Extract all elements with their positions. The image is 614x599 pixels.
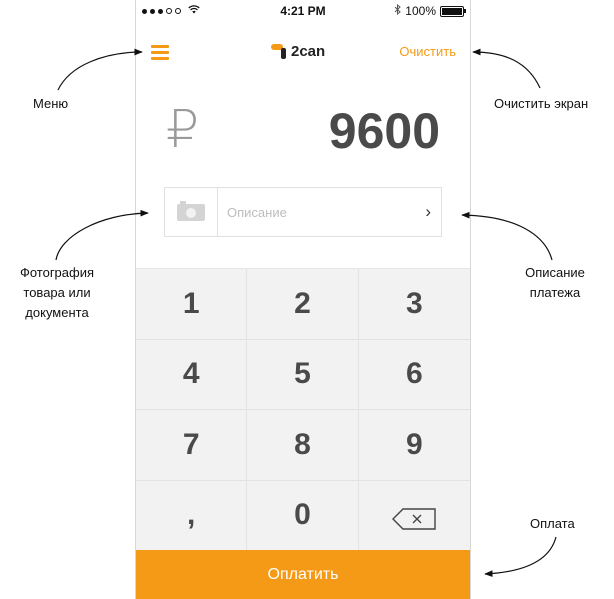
key-3[interactable]: 3 <box>358 269 470 340</box>
numeric-keypad: 1 2 3 4 5 6 7 8 9 , 0 <box>136 268 470 551</box>
chevron-right-icon: › <box>425 202 431 221</box>
battery-percent: 100% <box>405 4 436 18</box>
annotation-clear: Очистить экран <box>494 96 589 111</box>
key-comma[interactable]: , <box>136 480 248 551</box>
description-placeholder: Описание <box>227 205 287 220</box>
description-field[interactable]: Описание › <box>164 187 442 237</box>
key-6[interactable]: 6 <box>358 340 470 410</box>
logo-mark-icon <box>271 42 287 60</box>
annotation-menu: Меню <box>33 96 69 111</box>
key-5[interactable]: 5 <box>247 339 359 410</box>
phone-screen: 4:21 PM 100% 2can Очистить ₽ 9600 Описан… <box>135 0 471 599</box>
amount-value: 9600 <box>328 103 440 159</box>
battery-icon <box>440 5 466 17</box>
key-9[interactable]: 9 <box>358 410 470 481</box>
app-logo: 2can <box>271 42 325 60</box>
key-4[interactable]: 4 <box>136 339 248 410</box>
backspace-icon <box>391 504 437 530</box>
logo-text: 2can <box>291 42 326 60</box>
key-1[interactable]: 1 <box>136 269 248 340</box>
key-7[interactable]: 7 <box>136 410 248 481</box>
key-backspace[interactable] <box>358 481 470 551</box>
annotation-pay: Оплата <box>530 516 575 531</box>
currency-symbol: ₽ <box>166 101 200 159</box>
key-2[interactable]: 2 <box>247 269 359 340</box>
clear-button[interactable]: Очистить <box>399 44 456 59</box>
menu-icon[interactable] <box>151 45 169 60</box>
battery-indicator: 100% <box>394 3 466 18</box>
key-0[interactable]: 0 <box>247 480 359 551</box>
photo-button[interactable] <box>165 188 218 236</box>
camera-icon <box>177 201 205 221</box>
pay-button[interactable]: Оплатить <box>136 550 470 599</box>
annotation-photo: Фотография товара или документа <box>19 265 95 320</box>
key-8[interactable]: 8 <box>247 410 359 481</box>
annotation-description: Описание платежа <box>525 265 585 300</box>
bluetooth-icon <box>394 3 402 18</box>
nav-bar: 2can Очистить <box>136 36 470 68</box>
status-bar: 4:21 PM 100% <box>136 0 470 22</box>
